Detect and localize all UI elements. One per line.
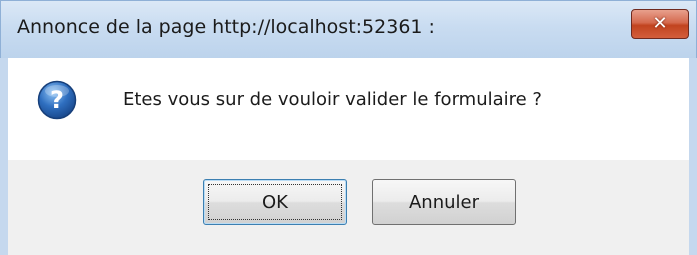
dialog-content <box>8 58 689 173</box>
svg-text:?: ? <box>50 86 64 114</box>
button-area <box>8 160 689 255</box>
question-icon: ? <box>37 80 77 120</box>
dialog-message: Etes vous sur de vouloir valider le form… <box>123 89 542 110</box>
cancel-button-label: Annuler <box>408 191 479 213</box>
close-button[interactable]: ✕ <box>631 9 689 39</box>
cancel-button[interactable]: Annuler <box>372 179 516 225</box>
focus-ring <box>208 184 342 220</box>
ok-button[interactable]: OK <box>203 179 347 225</box>
title-bar[interactable]: Annonce de la page http://localhost:5236… <box>0 0 697 58</box>
close-icon: ✕ <box>652 13 668 34</box>
dialog-title: Annonce de la page http://localhost:5236… <box>17 16 435 38</box>
confirm-dialog: Annonce de la page http://localhost:5236… <box>0 0 697 255</box>
